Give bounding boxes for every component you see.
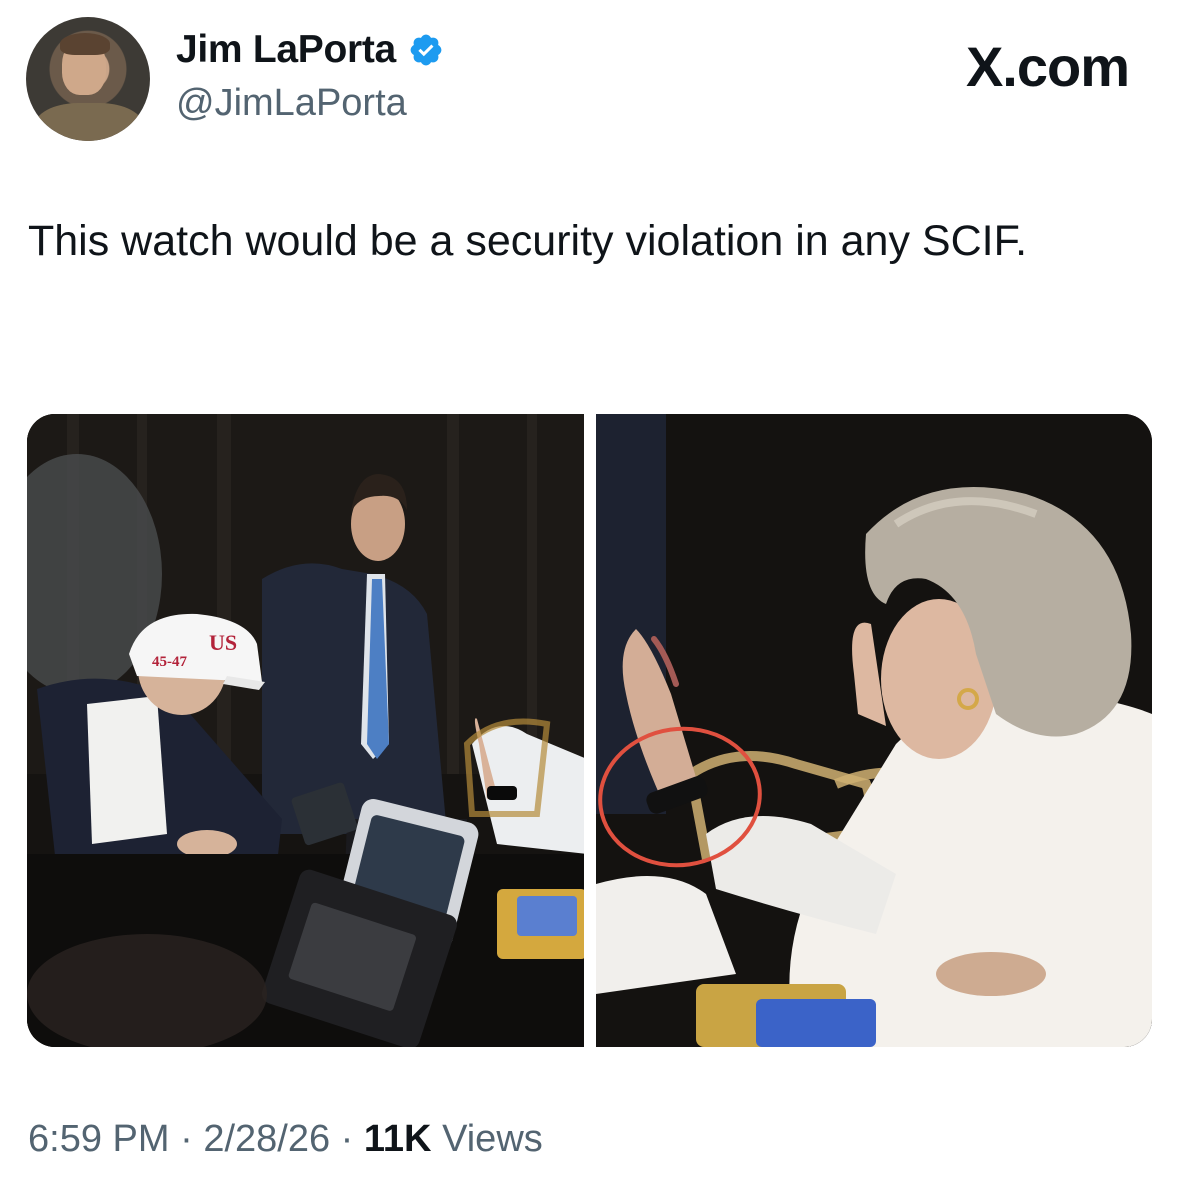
tweet-date[interactable]: 2/28/26 <box>203 1118 330 1160</box>
separator-2: · <box>340 1118 354 1160</box>
media-photo-left[interactable]: 45-47 US <box>27 414 584 1047</box>
avatar-hair <box>60 33 110 55</box>
tweet-time[interactable]: 6:59 PM <box>28 1118 170 1160</box>
hat-text-right: US <box>209 630 237 655</box>
tweet-timestamp[interactable]: 6:59 PM · 2/28/26 · 11K Views <box>28 1118 543 1161</box>
avatar-body <box>34 103 144 141</box>
views-count: 11K <box>363 1118 432 1160</box>
avatar[interactable] <box>26 17 150 141</box>
tweet-text: This watch would be a security violation… <box>28 217 1028 265</box>
tweet-media[interactable]: 45-47 US <box>27 414 1152 1047</box>
verified-badge-icon <box>410 34 442 66</box>
hat-text-left: 45-47 <box>152 654 187 670</box>
author-name[interactable]: Jim LaPorta <box>176 28 396 72</box>
media-photo-right[interactable] <box>596 414 1152 1047</box>
brand-logo: X.com <box>965 35 1130 98</box>
separator-1: · <box>180 1118 193 1160</box>
views-label: Views <box>442 1118 543 1160</box>
author-handle[interactable]: @JimLaPorta <box>176 82 407 125</box>
photo-left-illustration: 45-47 US <box>27 414 584 1047</box>
photo-right-illustration <box>596 414 1152 1047</box>
author-name-row: Jim LaPorta <box>176 28 444 72</box>
